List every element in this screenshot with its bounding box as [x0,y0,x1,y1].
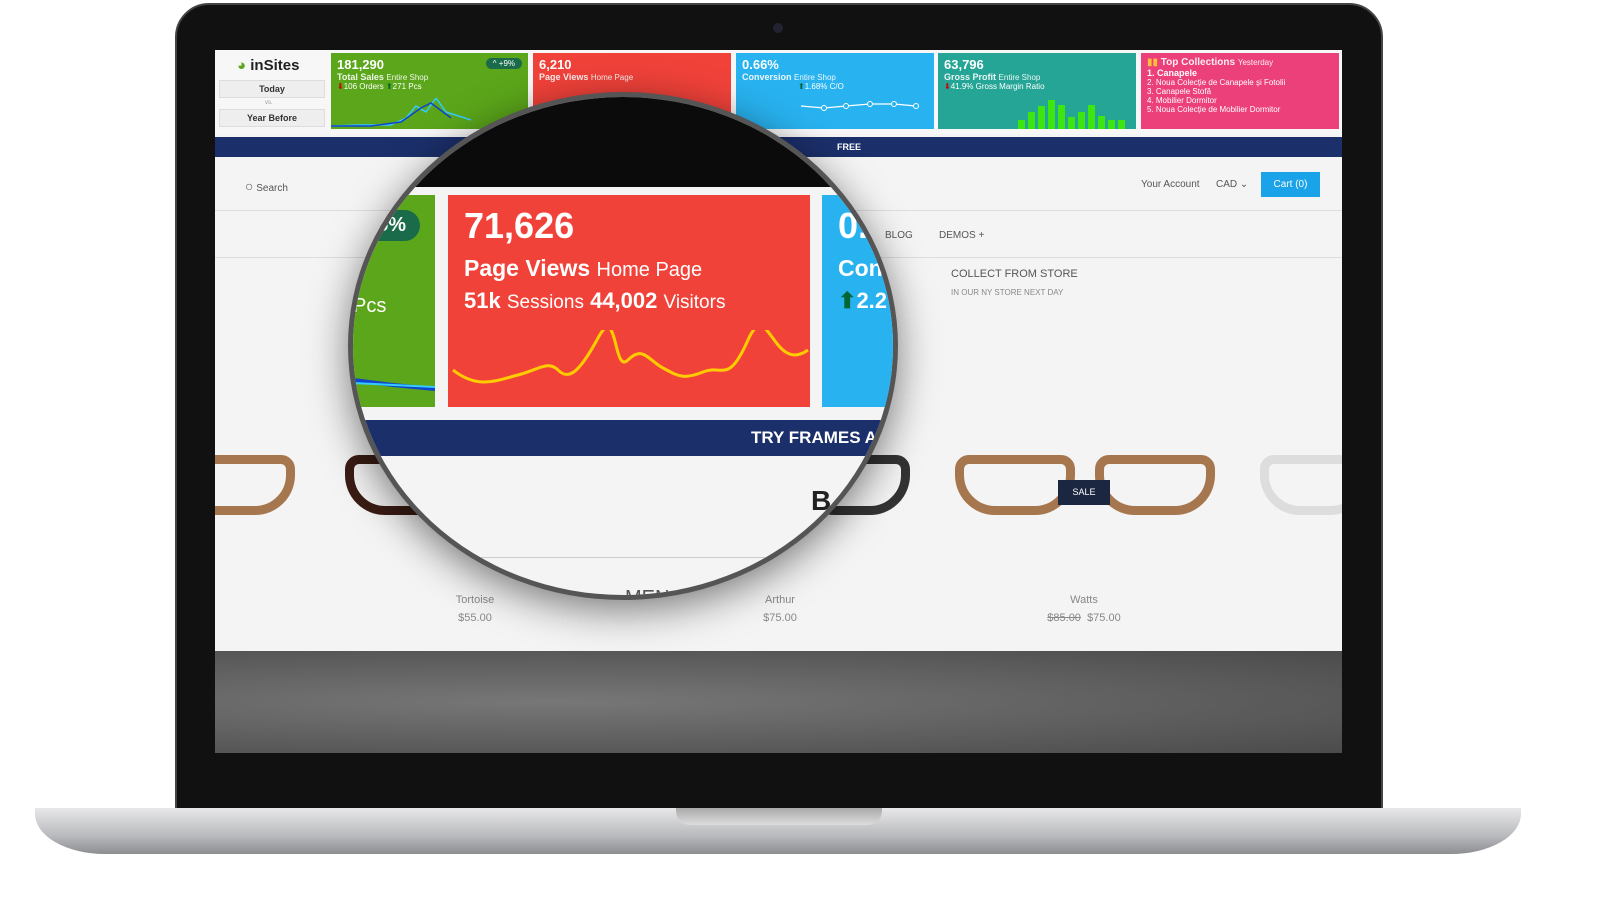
product-image[interactable] [955,455,1075,515]
product-name: Tortoise [455,594,495,606]
zoomed-scope: Home Page [596,259,703,281]
vs-label: vs. [265,100,273,106]
card-scope: Home Page [590,73,634,82]
product-price: $75.00 [1087,612,1121,624]
zoomed-pcs: Pcs [353,295,387,317]
card-value: 63,796 [944,57,984,72]
zoomed-value: 71,626 [464,205,575,246]
zoomed-blue-line: 2.2 [856,288,888,313]
growth-badge: ^ +9% [485,58,522,69]
card-scope: Entire Shop [998,73,1041,82]
card-scope: Entire Shop [386,73,429,82]
zoomed-conversion-card: 0. Con ⬆2.2 [822,195,893,407]
product-arthur[interactable]: Arthur $75.00 [700,594,860,624]
banner-text: FREE [837,142,862,152]
search-field[interactable]: ○ Search [245,178,288,194]
currency-select[interactable]: CAD ⌄ [1216,179,1248,190]
currency-value: CAD [1216,179,1238,190]
account-link[interactable]: Your Account [1141,179,1200,190]
product-price: $75.00 [763,612,797,624]
collection-item[interactable]: 3. Canapele Stofă [1147,87,1333,96]
nav-demos[interactable]: DEMOS + [939,230,984,241]
card-top-collections[interactable]: ▮▮ Top Collections Yesterday 1. Canapele… [1141,53,1339,129]
card-label: Conversion [742,72,792,82]
card-label: Gross Profit [944,72,997,82]
period-today-button[interactable]: Today [219,80,325,98]
card-pcs: 271 Pcs [392,82,422,91]
arrow-down-icon: ⬇ [944,82,951,91]
magnifier: 15% Pcs 71,626 Page Views Home Page 51k … [348,92,898,600]
bar-chart-icon: ▮▮ [1147,57,1159,68]
sale-badge: SALE [1058,480,1110,505]
logo: ◕ inSites [237,57,299,74]
card-value: 6,210 [539,57,572,72]
zoomed-sessions: 51k [464,288,501,313]
product-image[interactable] [1095,455,1215,515]
divider [353,557,893,558]
arrow-up-icon: ⬆ [385,82,393,91]
zoomed-blue-label: Con [838,255,883,281]
promo-title: COLLECT FROM STORE [951,268,1078,280]
profit-bar-chart [1018,100,1125,129]
card-label: Total Sales [337,72,384,82]
collection-item[interactable]: 4. Mobilier Dormitor [1147,96,1333,105]
logo-text: inSites [250,57,300,74]
arrow-up-icon: ⬆ [798,82,805,91]
hero-image [215,651,1342,753]
card-gross-profit[interactable]: 63,796 Gross Profit Entire Shop ⬇41.9% G… [938,53,1136,129]
product-old-price: $85.00 [1047,612,1081,624]
zoomed-page-views-card: 71,626 Page Views Home Page 51k Sessions… [448,195,810,407]
arrow-up-icon: ⬆ [838,288,857,313]
collection-item[interactable]: 5. Noua Colecție de Mobilier Dormitor [1147,105,1333,114]
chevron-down-icon: ⌄ [1239,179,1249,190]
card-co: 1.68% C/O [804,82,844,91]
zoomed-letter: B [811,485,832,516]
product-image[interactable] [1260,455,1342,515]
zoomed-blue-value: 0. [838,205,869,246]
zoomed-banner: TRY FRAMES A [353,420,893,456]
cart-button[interactable]: Cart (0) [1261,172,1320,197]
card-scope: Yesterday [1237,58,1274,67]
badge-text: +9% [498,59,515,68]
camera [773,23,783,33]
collection-item[interactable]: 2. Noua Colecție de Canapele și Fotolii [1147,78,1333,87]
laptop-notch [676,808,882,825]
zoomed-sessions-label: Sessions [506,292,584,313]
card-scope: Entire Shop [794,73,836,82]
card-orders: 106 Orders [343,82,384,91]
card-label: Page Views [539,72,589,82]
zoomed-green-card: 15% Pcs [353,195,435,407]
product-image[interactable] [215,455,295,515]
card-margin: 41.9% Gross Margin Ratio [950,82,1045,91]
zoomed-label: Page Views [464,255,591,281]
product-price: $55.00 [458,612,492,624]
zoomed-banner-text: TRY FRAMES A [751,428,877,447]
card-value: 0.66% [742,57,779,72]
zoomed-bezel [353,97,893,187]
promo-subtitle: IN OUR NY STORE NEXT DAY [951,288,1064,297]
search-icon: ○ [245,178,254,194]
period-previous-button[interactable]: Year Before [219,109,325,127]
chart-logo-icon: ◕ [237,57,247,74]
zoomed-badge: 15% [358,210,421,241]
product-watts[interactable]: Watts $85.00 $75.00 [1004,594,1164,624]
card-title: Top Collections [1160,57,1236,68]
zoomed-page-views-sparkline [452,330,809,384]
search-placeholder: Search [256,183,288,194]
arrow-down-icon: ⬇ [337,82,344,91]
zoomed-visitors: 44,002 [590,288,658,313]
product-name: Watts [1070,594,1098,606]
zoomed-sparkline [353,378,435,391]
product-tortoise[interactable]: Tortoise $55.00 [395,594,555,624]
product-name: Arthur [765,594,795,606]
zoomed-visitors-label: Visitors [663,292,726,313]
collection-item[interactable]: 1. Canapele [1147,68,1333,78]
